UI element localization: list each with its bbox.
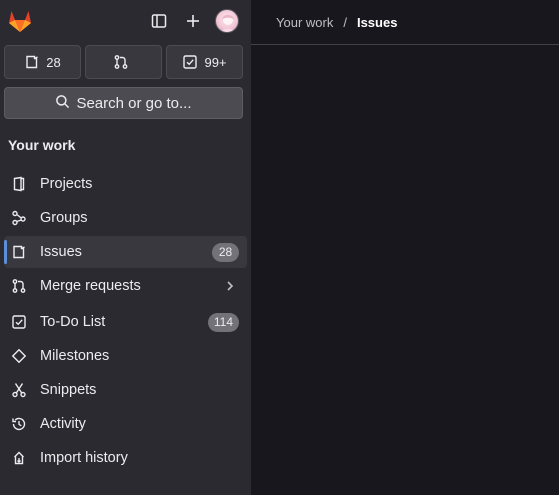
breadcrumb: Your work / Issues <box>251 0 559 45</box>
search-icon <box>55 94 70 113</box>
sidebar-item-label: Groups <box>40 210 88 226</box>
issues-icon <box>24 54 40 70</box>
group-icon <box>11 210 27 226</box>
search-label: Search or go to... <box>76 94 192 112</box>
sidebar-item-label: Projects <box>40 176 93 192</box>
milestone-icon <box>11 348 27 364</box>
count-badge: 114 <box>207 313 239 332</box>
sidebar-item-todo-list[interactable]: To-Do List 114 <box>4 306 247 338</box>
todos-count: 99+ <box>204 54 227 70</box>
sidebar-item-milestones[interactable]: Milestones <box>4 340 247 372</box>
count-badge: 28 <box>212 243 239 262</box>
sidebar: 28 99+ Search or go to... Your work Proj… <box>0 0 251 495</box>
todos-counter-button[interactable]: 99+ <box>166 45 243 79</box>
merge-request-icon <box>11 278 27 294</box>
gitlab-logo[interactable] <box>7 8 33 34</box>
merge-requests-counter-button[interactable] <box>85 45 162 79</box>
sidebar-toggle-icon[interactable] <box>148 10 170 32</box>
app-window: 28 99+ Search or go to... Your work Proj… <box>0 0 559 495</box>
sidebar-item-label: Snippets <box>40 382 97 398</box>
snippet-icon <box>11 382 27 398</box>
issues-icon <box>11 244 27 260</box>
search-button[interactable]: Search or go to... <box>4 87 243 119</box>
sidebar-item-activity[interactable]: Activity <box>4 408 247 440</box>
merge-request-icon <box>113 54 129 70</box>
sidebar-item-issues[interactable]: Issues 28 <box>4 236 247 268</box>
breadcrumb-issues[interactable]: Issues <box>357 15 397 30</box>
section-title: Your work <box>8 137 76 153</box>
issues-count: 28 <box>46 54 61 70</box>
sidebar-item-label: Issues <box>40 244 82 260</box>
sidebar-item-label: To-Do List <box>40 314 106 330</box>
sidebar-item-import-history[interactable]: Import history <box>4 442 247 474</box>
breadcrumb-your-work[interactable]: Your work <box>276 15 333 30</box>
plus-icon[interactable] <box>182 10 204 32</box>
chevron-right-icon[interactable] <box>223 279 237 293</box>
sidebar-item-merge-requests[interactable]: Merge requests <box>4 270 247 302</box>
sidebar-top-bar <box>0 0 251 42</box>
sidebar-item-label: Import history <box>40 450 128 466</box>
sidebar-item-label: Activity <box>40 416 86 432</box>
avatar[interactable] <box>215 9 239 33</box>
sidebar-item-snippets[interactable]: Snippets <box>4 374 247 406</box>
project-icon <box>11 176 27 192</box>
breadcrumb-separator: / <box>343 14 347 30</box>
sidebar-item-groups[interactable]: Groups <box>4 202 247 234</box>
todo-icon <box>182 54 198 70</box>
import-icon <box>11 450 27 466</box>
sidebar-item-label: Milestones <box>40 348 110 364</box>
sidebar-item-label: Merge requests <box>40 278 141 294</box>
todo-icon <box>11 314 27 330</box>
history-icon <box>11 416 27 432</box>
sidebar-item-projects[interactable]: Projects <box>4 168 247 200</box>
main-content: Your work / Issues <box>251 0 559 495</box>
counters: 28 99+ <box>4 45 243 79</box>
issues-counter-button[interactable]: 28 <box>4 45 81 79</box>
